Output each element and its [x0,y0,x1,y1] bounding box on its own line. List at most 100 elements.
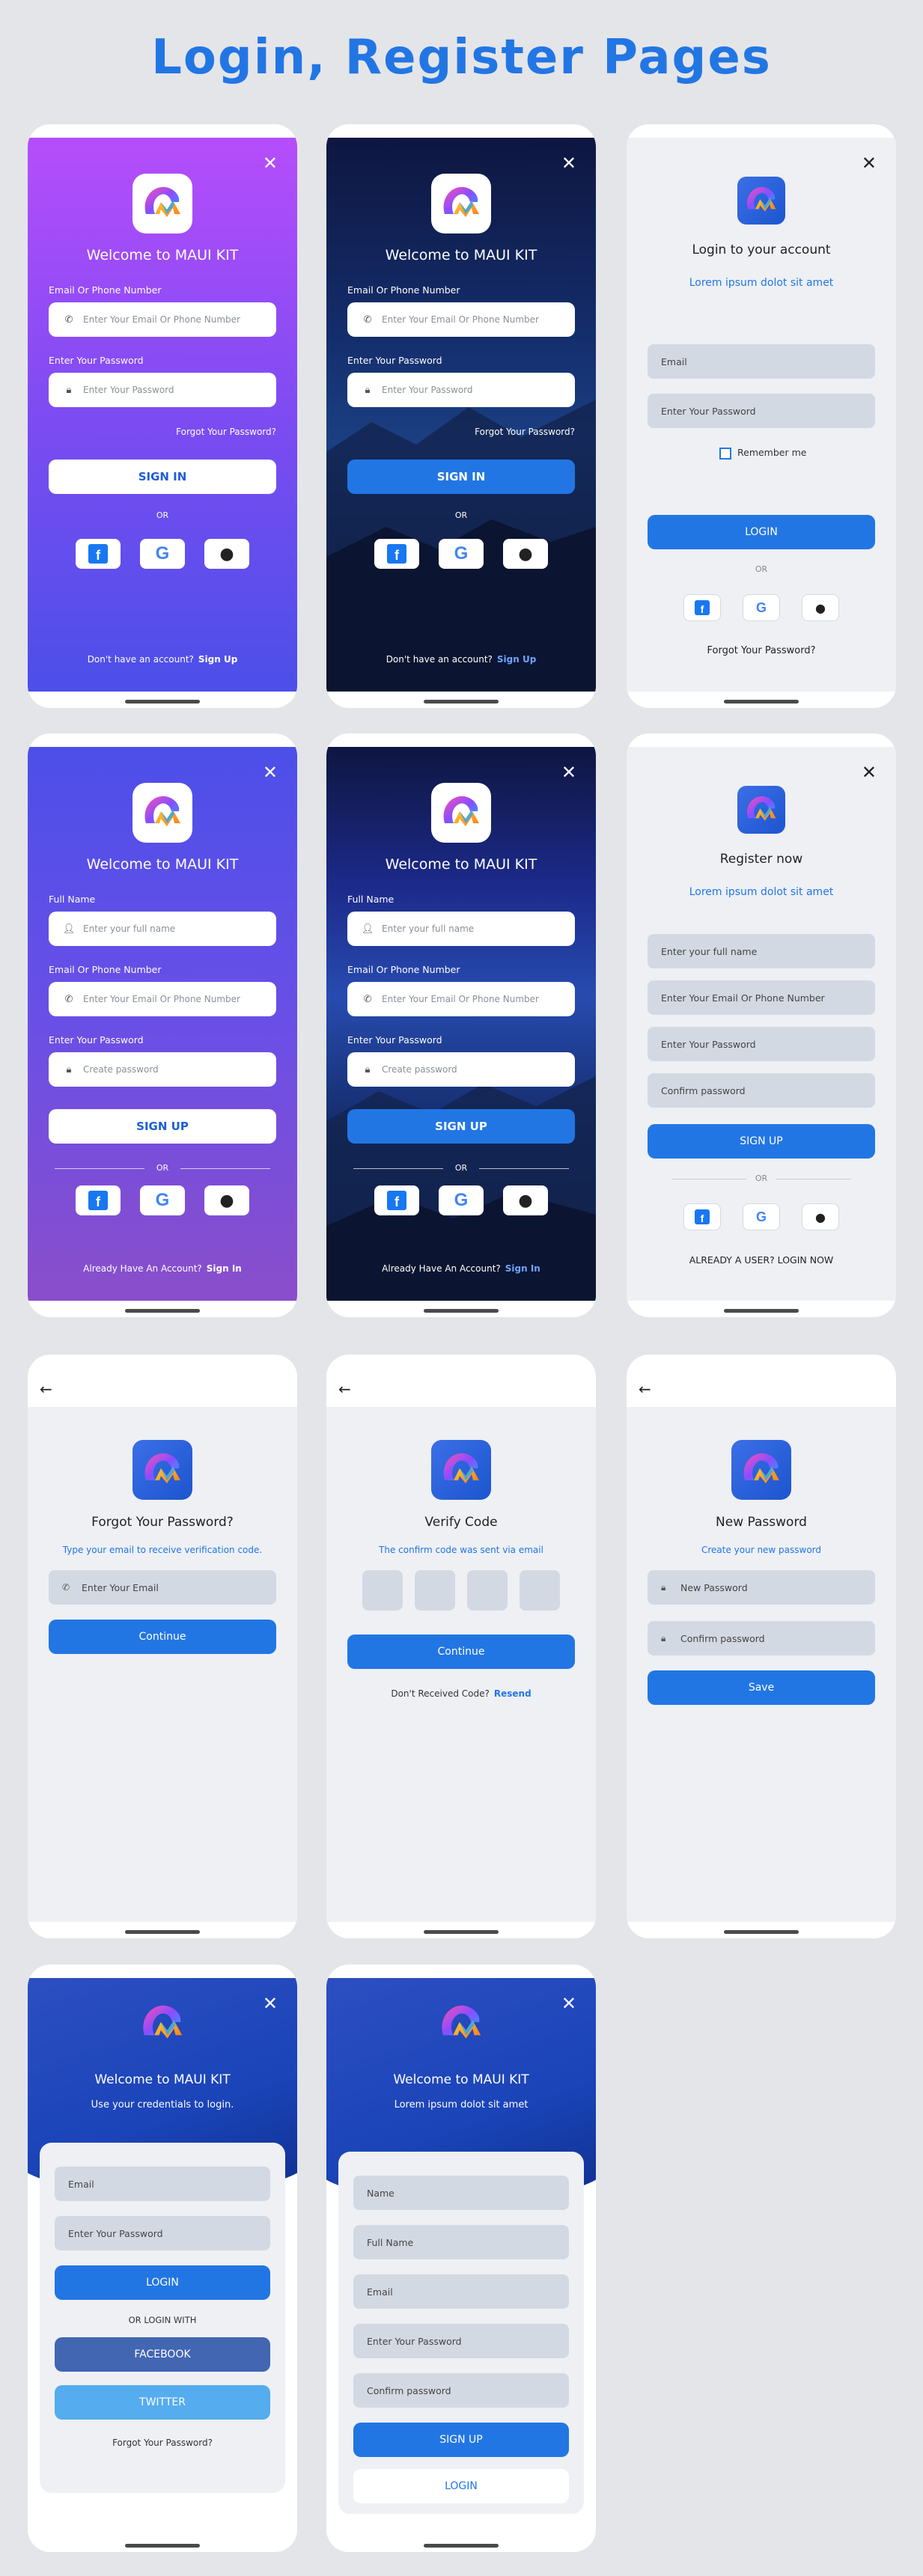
signin-button[interactable]: SIGN IN [347,460,575,494]
password-field[interactable]: Enter Your Password [648,394,875,428]
confirm-password-field[interactable]: Confirm password [648,1073,875,1108]
signin-link[interactable]: Sign In [207,1263,242,1274]
login-now-link[interactable]: ALREADY A USER? LOGIN NOW [627,1254,896,1266]
code-digit-input[interactable] [415,1570,455,1611]
login-button[interactable]: LOGIN [648,515,875,549]
signin-link[interactable]: Sign In [505,1263,540,1274]
forgot-password-link[interactable]: Forgot Your Password? [176,427,276,437]
app-logo [431,783,491,843]
facebook-button[interactable]: f [683,1203,721,1230]
login-button[interactable]: LOGIN [353,2469,569,2503]
email-field[interactable]: ✆ Enter Your Email Or Phone Number [49,302,276,337]
facebook-button[interactable]: f [374,539,419,569]
close-icon[interactable]: ✕ [263,763,278,781]
forgot-password-link[interactable]: Forgot Your Password? [627,645,896,656]
back-arrow-icon[interactable]: ← [40,1380,52,1398]
save-button[interactable]: Save [648,1670,875,1705]
signup-button[interactable]: SIGN UP [49,1109,276,1144]
register-card-screen: ✕ Welcome to MAUI KIT Lorem ipsum dolot … [326,1965,596,2552]
phone-icon: ✆ [363,993,372,1005]
close-icon[interactable]: ✕ [561,1994,576,2012]
register-subtitle: Lorem ipsum dolot sit amet [394,2099,528,2110]
signup-button[interactable]: SIGN UP [648,1124,875,1159]
continue-button[interactable]: Continue [49,1620,276,1654]
back-arrow-icon[interactable]: ← [338,1380,351,1398]
email-field[interactable]: Email [55,2167,270,2201]
email-field[interactable]: ✆ Enter Your Email Or Phone Number [347,982,575,1016]
code-digit-input[interactable] [467,1570,508,1611]
apple-button[interactable]: ● [802,1203,839,1230]
password-field[interactable]: Enter Your Password [648,1027,875,1061]
signup-link[interactable]: Sign Up [497,654,536,665]
email-field[interactable]: ✆ Enter Your Email [49,1570,276,1605]
password-field[interactable]: Enter Your Password [55,2216,270,2250]
close-icon[interactable]: ✕ [561,763,576,781]
facebook-button[interactable]: f [76,1185,121,1215]
close-icon[interactable]: ✕ [561,154,576,172]
fullname-field[interactable]: Full Name [353,2225,569,2259]
close-icon[interactable]: ✕ [263,1994,278,2012]
confirm-password-field[interactable]: Confirm password [353,2373,569,2408]
verify-subtitle: The confirm code was sent via email [379,1545,543,1555]
remember-checkbox[interactable] [719,448,731,460]
password-field[interactable]: 🔒︎ Create password [49,1052,276,1087]
register-dark-screen: ✕ Welcome to MAUI KIT Full Name 👤︎ Enter … [326,733,596,1317]
forgot-password-link[interactable]: Forgot Your Password? [28,2438,297,2448]
apple-button[interactable]: ● [802,594,839,621]
name-field[interactable]: Name [353,2176,569,2210]
email-field[interactable]: Email [353,2274,569,2309]
google-button[interactable]: G [743,594,780,621]
name-field[interactable]: 👤︎ Enter your full name [347,912,575,946]
facebook-button[interactable]: f [683,594,721,621]
resend-link[interactable]: Resend [494,1688,531,1699]
apple-button[interactable]: ● [503,1185,548,1215]
code-digit-input[interactable] [362,1570,403,1611]
new-password-field[interactable]: 🔒︎ New Password [648,1570,875,1605]
google-button[interactable]: G [743,1203,780,1230]
apple-button[interactable]: ● [204,1185,249,1215]
facebook-icon: f [695,600,710,615]
close-icon[interactable]: ✕ [862,763,877,781]
name-field[interactable]: 👤︎ Enter your full name [49,912,276,946]
login-button[interactable]: LOGIN [55,2265,270,2300]
email-field[interactable]: ✆ Enter Your Email Or Phone Number [49,982,276,1016]
signup-link[interactable]: Sign Up [198,654,237,665]
or-divider: OR [156,510,169,520]
password-field[interactable]: 🔒︎ Create password [347,1052,575,1087]
twitter-login-button[interactable]: TWITTER [55,2385,270,2420]
facebook-button[interactable]: f [76,539,121,569]
password-label: Enter Your Password [347,355,442,366]
signup-button[interactable]: SIGN UP [353,2423,569,2457]
google-button[interactable]: G [140,539,185,569]
google-icon: G [155,543,170,564]
close-icon[interactable]: ✕ [263,154,278,172]
login-card-screen: ✕ Welcome to MAUI KIT Use your credentia… [28,1965,297,2552]
email-field[interactable]: ✆ Enter Your Email Or Phone Number [347,302,575,337]
password-field[interactable]: Enter Your Password [353,2324,569,2358]
code-digit-input[interactable] [520,1570,560,1611]
top-bar [326,1368,596,1407]
back-arrow-icon[interactable]: ← [639,1380,651,1398]
google-button[interactable]: G [140,1185,185,1215]
apple-button[interactable]: ● [503,539,548,569]
signin-button[interactable]: SIGN IN [49,460,276,494]
signup-button[interactable]: SIGN UP [347,1109,575,1144]
phone-icon: ✆ [363,314,372,326]
forgot-password-link[interactable]: Forgot Your Password? [475,427,575,437]
close-icon[interactable]: ✕ [862,154,877,172]
facebook-login-button[interactable]: FACEBOOK [55,2337,270,2372]
name-field[interactable]: Enter your full name [648,934,875,968]
facebook-icon: f [695,1209,710,1224]
google-button[interactable]: G [439,539,484,569]
password-field[interactable]: 🔒︎ Enter Your Password [347,373,575,407]
google-button[interactable]: G [439,1185,484,1215]
email-field[interactable]: Email [648,344,875,379]
email-field[interactable]: Enter Your Email Or Phone Number [648,980,875,1015]
facebook-button[interactable]: f [374,1185,419,1215]
lock-icon: 🔒︎ [661,1632,666,1643]
continue-button[interactable]: Continue [347,1635,575,1669]
password-field[interactable]: 🔒︎ Enter Your Password [49,373,276,407]
phone-icon: ✆ [64,993,73,1005]
confirm-password-field[interactable]: 🔒︎ Confirm password [648,1621,875,1655]
apple-button[interactable]: ● [204,539,249,569]
